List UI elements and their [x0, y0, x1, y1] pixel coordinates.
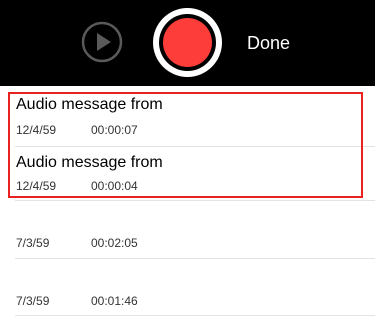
recording-date: 7/3/59	[16, 294, 50, 308]
recording-duration: 00:01:46	[91, 294, 138, 308]
record-ring	[159, 14, 216, 71]
record-icon	[163, 18, 212, 67]
recording-title: Audio message from	[16, 96, 163, 113]
list-item[interactable]: Audio message from 12/4/59 00:00:04	[0, 146, 375, 200]
recording-duration: 00:02:05	[91, 236, 138, 250]
recording-date: 12/4/59	[16, 179, 57, 193]
list-item[interactable]: 7/3/59 00:02:05	[0, 200, 375, 258]
recordings-list: Audio message from 12/4/59 00:00:07 Audi…	[0, 86, 375, 319]
recording-date: 12/4/59	[16, 123, 57, 137]
list-item[interactable]: 7/3/59 00:01:46	[0, 258, 375, 316]
recording-title: Audio message from	[16, 154, 163, 171]
list-item[interactable]: Audio message from 12/4/59 00:00:07	[0, 86, 375, 146]
recording-duration: 00:00:07	[91, 123, 138, 137]
record-button[interactable]	[153, 8, 222, 77]
play-circle-icon[interactable]	[80, 20, 124, 64]
recording-date: 7/3/59	[16, 236, 50, 250]
row-divider	[15, 315, 375, 316]
done-button[interactable]: Done	[247, 32, 290, 54]
recording-duration: 00:00:04	[91, 179, 138, 193]
recorder-toolbar: Done	[0, 0, 375, 86]
